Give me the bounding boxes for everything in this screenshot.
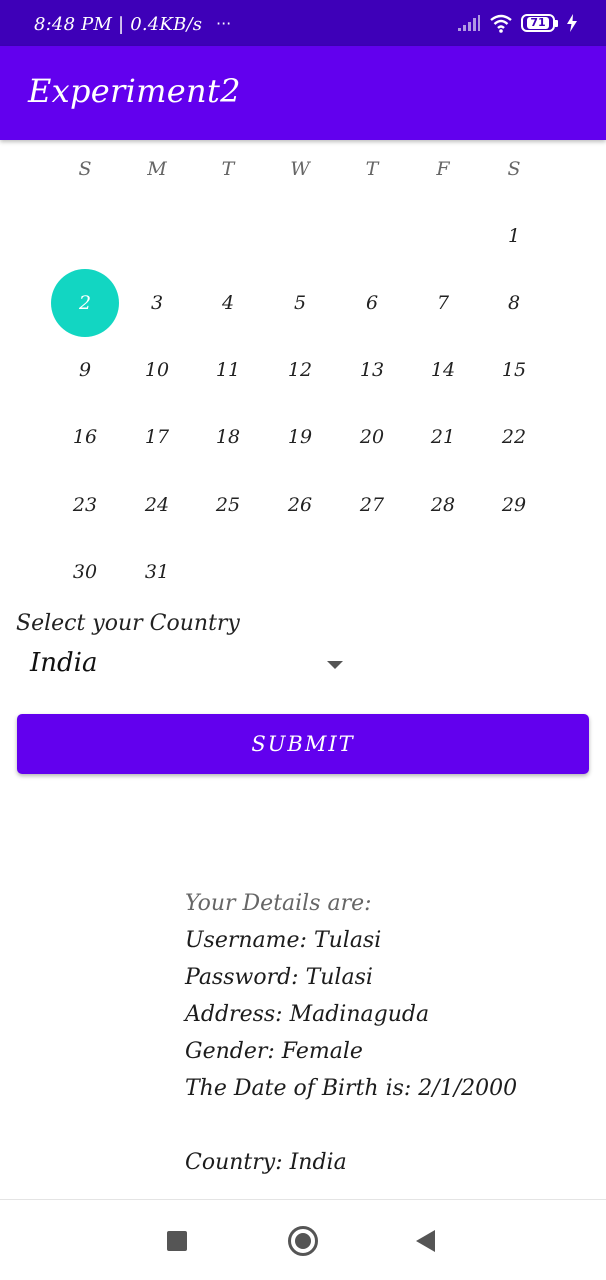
details-password: Password: Tulasi xyxy=(185,965,373,990)
submit-button[interactable]: SUBMIT xyxy=(17,714,589,774)
calendar-day[interactable]: 28 xyxy=(409,471,477,539)
calendar-day[interactable]: 18 xyxy=(194,403,262,471)
more-dots-icon: ··· xyxy=(216,14,232,33)
app-title: Experiment2 xyxy=(28,72,241,110)
weekday-header: S xyxy=(507,158,521,180)
back-triangle-icon[interactable] xyxy=(416,1230,435,1252)
calendar-day[interactable]: 23 xyxy=(51,471,119,539)
calendar-day[interactable]: 22 xyxy=(480,403,548,471)
status-bar: 8:48 PM | 0.4KB/s ··· 71 xyxy=(0,0,606,46)
weekday-header: T xyxy=(365,158,379,180)
country-spinner-value: India xyxy=(30,648,98,678)
calendar-day[interactable]: 30 xyxy=(51,538,119,606)
calendar-day[interactable]: 29 xyxy=(480,471,548,539)
calendar-day[interactable]: 21 xyxy=(409,403,477,471)
details-dob: The Date of Birth is: 2/1/2000 xyxy=(185,1076,518,1101)
calendar-day[interactable]: 27 xyxy=(338,471,406,539)
calendar-day[interactable]: 8 xyxy=(480,269,548,337)
calendar-day[interactable]: 6 xyxy=(338,269,406,337)
signal-icon xyxy=(458,15,480,31)
battery-icon: 71 xyxy=(521,14,558,32)
weekday-header: S xyxy=(78,158,92,180)
calendar-day[interactable]: 11 xyxy=(194,336,262,404)
calendar-day[interactable]: 14 xyxy=(409,336,477,404)
weekday-header: M xyxy=(147,158,167,180)
home-circle-icon[interactable] xyxy=(288,1226,318,1256)
battery-level: 71 xyxy=(527,17,549,29)
weekday-header: T xyxy=(221,158,235,180)
wifi-icon xyxy=(490,14,512,33)
dropdown-arrow-icon xyxy=(327,661,343,669)
country-label: Select your Country xyxy=(16,611,240,636)
calendar-day[interactable]: 16 xyxy=(51,403,119,471)
calendar-day[interactable]: 31 xyxy=(123,538,191,606)
details-country: Country: India xyxy=(185,1150,347,1175)
calendar-day[interactable]: 9 xyxy=(51,336,119,404)
calendar-day[interactable]: 17 xyxy=(123,403,191,471)
details-address: Address: Madinaguda xyxy=(185,1002,430,1027)
weekday-header: F xyxy=(436,158,450,180)
calendar-day[interactable]: 13 xyxy=(338,336,406,404)
navigation-bar xyxy=(0,1199,606,1280)
country-spinner[interactable]: India xyxy=(16,642,352,690)
status-time: 8:48 PM | 0.4KB/s xyxy=(34,14,203,35)
calendar-day[interactable]: 10 xyxy=(123,336,191,404)
recents-square-icon[interactable] xyxy=(167,1231,187,1251)
status-icons: 71 xyxy=(457,12,578,34)
details-header: Your Details are: xyxy=(185,891,372,916)
details-output: Your Details are: Username: Tulasi Passw… xyxy=(185,885,595,1181)
calendar-day[interactable]: 7 xyxy=(409,269,477,337)
details-gender: Gender: Female xyxy=(185,1039,363,1064)
app-bar: Experiment2 xyxy=(0,46,606,140)
charging-icon xyxy=(567,14,577,32)
weekday-header: W xyxy=(290,158,310,180)
calendar-day[interactable]: 26 xyxy=(266,471,334,539)
calendar-day[interactable]: 5 xyxy=(266,269,334,337)
calendar-day[interactable]: 4 xyxy=(194,269,262,337)
details-username: Username: Tulasi xyxy=(185,928,382,953)
details-blank-line xyxy=(185,1107,595,1144)
calendar-day[interactable]: 3 xyxy=(123,269,191,337)
calendar-day[interactable]: 1 xyxy=(480,202,548,270)
calendar-day[interactable]: 19 xyxy=(266,403,334,471)
calendar-day[interactable]: 12 xyxy=(266,336,334,404)
calendar-day[interactable]: 20 xyxy=(338,403,406,471)
calendar-day[interactable]: 24 xyxy=(123,471,191,539)
calendar-day[interactable]: 15 xyxy=(480,336,548,404)
calendar-day[interactable]: 25 xyxy=(194,471,262,539)
calendar-day-selected[interactable]: 2 xyxy=(51,269,119,337)
